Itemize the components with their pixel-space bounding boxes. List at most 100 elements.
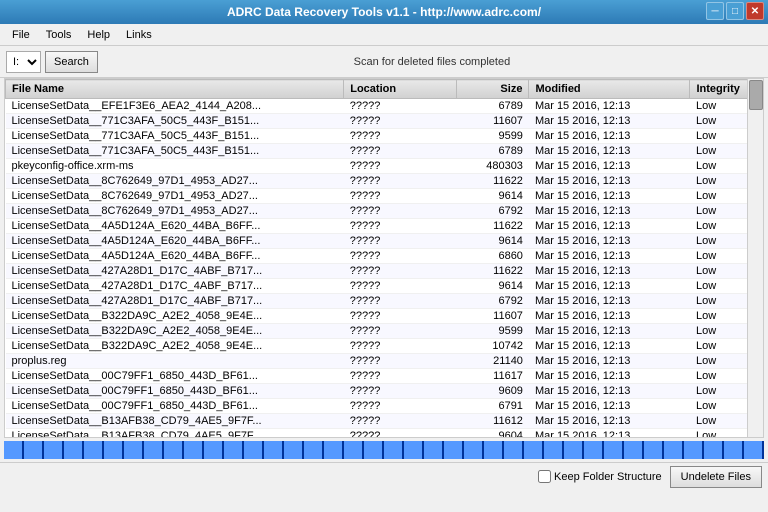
cell-2: 11607 (456, 114, 528, 129)
keep-folder-text: Keep Folder Structure (554, 471, 662, 483)
table-row[interactable]: LicenseSetData__8C762649_97D1_4953_AD27.… (6, 174, 763, 189)
cell-3: Mar 15 2016, 12:13 (529, 429, 690, 439)
cell-3: Mar 15 2016, 12:13 (529, 354, 690, 369)
table-row[interactable]: LicenseSetData__EFE1F3E6_AEA2_4144_A208.… (6, 99, 763, 114)
table-row[interactable]: LicenseSetData__427A28D1_D17C_4ABF_B717.… (6, 294, 763, 309)
progress-segment (304, 441, 324, 459)
progress-segment (144, 441, 164, 459)
scroll-thumb[interactable] (749, 80, 763, 110)
cell-3: Mar 15 2016, 12:13 (529, 204, 690, 219)
cell-0: proplus.reg (6, 354, 344, 369)
progress-segment (84, 441, 104, 459)
cell-3: Mar 15 2016, 12:13 (529, 294, 690, 309)
close-button[interactable]: ✕ (746, 2, 764, 20)
table-row[interactable]: LicenseSetData__00C79FF1_6850_443D_BF61.… (6, 399, 763, 414)
scrollbar[interactable] (747, 79, 763, 437)
cell-0: LicenseSetData__8C762649_97D1_4953_AD27.… (6, 189, 344, 204)
cell-1: ????? (344, 204, 457, 219)
cell-2: 11622 (456, 264, 528, 279)
progress-segment (484, 441, 504, 459)
cell-1: ????? (344, 294, 457, 309)
table-row[interactable]: LicenseSetData__8C762649_97D1_4953_AD27.… (6, 189, 763, 204)
cell-1: ????? (344, 384, 457, 399)
file-table-container: File Name Location Size Modified Integri… (4, 78, 764, 438)
progress-segment (44, 441, 64, 459)
undelete-button[interactable]: Undelete Files (670, 466, 762, 488)
cell-1: ????? (344, 144, 457, 159)
cell-3: Mar 15 2016, 12:13 (529, 324, 690, 339)
cell-3: Mar 15 2016, 12:13 (529, 174, 690, 189)
cell-0: LicenseSetData__427A28D1_D17C_4ABF_B717.… (6, 264, 344, 279)
progress-segment (644, 441, 664, 459)
cell-3: Mar 15 2016, 12:13 (529, 339, 690, 354)
progress-segment (744, 441, 764, 459)
maximize-button[interactable]: □ (726, 2, 744, 20)
menu-bar: File Tools Help Links (0, 24, 768, 46)
cell-3: Mar 15 2016, 12:13 (529, 309, 690, 324)
cell-1: ????? (344, 129, 457, 144)
cell-2: 11617 (456, 369, 528, 384)
menu-help[interactable]: Help (79, 27, 118, 43)
progress-segment (224, 441, 244, 459)
table-row[interactable]: LicenseSetData__B322DA9C_A2E2_4058_9E4E.… (6, 339, 763, 354)
menu-tools[interactable]: Tools (38, 27, 80, 43)
table-row[interactable]: LicenseSetData__427A28D1_D17C_4ABF_B717.… (6, 279, 763, 294)
cell-3: Mar 15 2016, 12:13 (529, 234, 690, 249)
window-controls: ─ □ ✕ (706, 2, 764, 20)
cell-0: LicenseSetData__B322DA9C_A2E2_4058_9E4E.… (6, 324, 344, 339)
cell-0: LicenseSetData__8C762649_97D1_4953_AD27.… (6, 174, 344, 189)
cell-0: LicenseSetData__B13AFB38_CD79_4AE5_9F7F.… (6, 414, 344, 429)
table-row[interactable]: LicenseSetData__427A28D1_D17C_4ABF_B717.… (6, 264, 763, 279)
progress-segment (684, 441, 704, 459)
keep-folder-checkbox[interactable] (538, 470, 551, 483)
menu-links[interactable]: Links (118, 27, 160, 43)
cell-0: LicenseSetData__4A5D124A_E620_44BA_B6FF.… (6, 234, 344, 249)
table-row[interactable]: LicenseSetData__771C3AFA_50C5_443F_B151.… (6, 129, 763, 144)
cell-1: ????? (344, 189, 457, 204)
cell-2: 21140 (456, 354, 528, 369)
cell-3: Mar 15 2016, 12:13 (529, 399, 690, 414)
progress-segment (724, 441, 744, 459)
table-row[interactable]: LicenseSetData__B13AFB38_CD79_4AE5_9F7F.… (6, 414, 763, 429)
cell-1: ????? (344, 354, 457, 369)
drive-select[interactable]: I: (6, 51, 41, 73)
cell-1: ????? (344, 219, 457, 234)
table-row[interactable]: LicenseSetData__4A5D124A_E620_44BA_B6FF.… (6, 249, 763, 264)
cell-1: ????? (344, 309, 457, 324)
minimize-button[interactable]: ─ (706, 2, 724, 20)
col-header-filename: File Name (6, 80, 344, 99)
table-row[interactable]: LicenseSetData__8C762649_97D1_4953_AD27.… (6, 204, 763, 219)
progress-segment (404, 441, 424, 459)
keep-folder-structure-label[interactable]: Keep Folder Structure (538, 470, 662, 483)
table-row[interactable]: LicenseSetData__771C3AFA_50C5_443F_B151.… (6, 144, 763, 159)
cell-3: Mar 15 2016, 12:13 (529, 99, 690, 114)
search-button[interactable]: Search (45, 51, 98, 73)
menu-file[interactable]: File (4, 27, 38, 43)
table-row[interactable]: LicenseSetData__00C79FF1_6850_443D_BF61.… (6, 384, 763, 399)
cell-0: LicenseSetData__771C3AFA_50C5_443F_B151.… (6, 114, 344, 129)
cell-2: 6860 (456, 249, 528, 264)
cell-3: Mar 15 2016, 12:13 (529, 249, 690, 264)
progress-segment (464, 441, 484, 459)
table-row[interactable]: LicenseSetData__B13AFB38_CD79_4AE5_9F7F.… (6, 429, 763, 439)
table-row[interactable]: LicenseSetData__771C3AFA_50C5_443F_B151.… (6, 114, 763, 129)
table-row[interactable]: LicenseSetData__4A5D124A_E620_44BA_B6FF.… (6, 219, 763, 234)
cell-1: ????? (344, 429, 457, 439)
table-row[interactable]: pkeyconfig-office.xrm-ms?????480303Mar 1… (6, 159, 763, 174)
cell-2: 6792 (456, 294, 528, 309)
table-row[interactable]: LicenseSetData__4A5D124A_E620_44BA_B6FF.… (6, 234, 763, 249)
cell-1: ????? (344, 249, 457, 264)
cell-1: ????? (344, 159, 457, 174)
cell-2: 9604 (456, 429, 528, 439)
cell-2: 6789 (456, 99, 528, 114)
table-row[interactable]: LicenseSetData__B322DA9C_A2E2_4058_9E4E.… (6, 324, 763, 339)
cell-0: LicenseSetData__4A5D124A_E620_44BA_B6FF.… (6, 219, 344, 234)
cell-0: LicenseSetData__B322DA9C_A2E2_4058_9E4E.… (6, 339, 344, 354)
file-table: File Name Location Size Modified Integri… (5, 79, 763, 438)
table-row[interactable]: LicenseSetData__B322DA9C_A2E2_4058_9E4E.… (6, 309, 763, 324)
table-row[interactable]: proplus.reg?????21140Mar 15 2016, 12:13L… (6, 354, 763, 369)
cell-0: LicenseSetData__427A28D1_D17C_4ABF_B717.… (6, 279, 344, 294)
cell-3: Mar 15 2016, 12:13 (529, 159, 690, 174)
table-row[interactable]: LicenseSetData__00C79FF1_6850_443D_BF61.… (6, 369, 763, 384)
cell-3: Mar 15 2016, 12:13 (529, 114, 690, 129)
